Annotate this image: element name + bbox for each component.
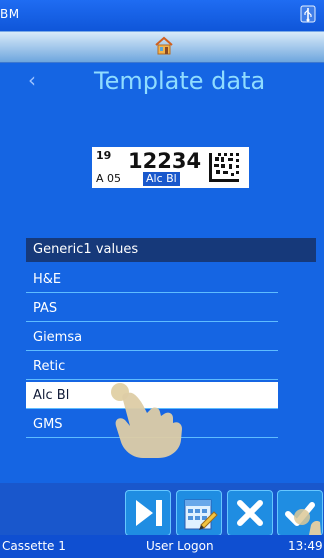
list-item[interactable]: Giemsa — [26, 324, 278, 351]
edit-label-button[interactable] — [176, 490, 222, 536]
top-bar: BM — [0, 0, 324, 31]
list-item[interactable]: PAS — [26, 295, 278, 322]
label-line-2-left: A 05 — [96, 172, 122, 185]
status-right: 13:49 — [288, 539, 323, 553]
home-icon[interactable] — [153, 35, 175, 57]
next-track-icon — [136, 500, 162, 526]
label-line-1-big: 12234 — [128, 149, 202, 173]
status-center: User Logon — [146, 539, 214, 553]
chevron-left-icon[interactable]: ‹ — [28, 70, 46, 90]
list-item[interactable]: H&E — [26, 266, 278, 293]
list-item[interactable]: Alc Bl — [26, 382, 278, 409]
page-title: Template data — [94, 67, 266, 95]
app-title: BM — [0, 7, 20, 21]
usb-icon — [300, 5, 316, 23]
label-edit-icon — [184, 499, 218, 530]
check-icon — [285, 502, 321, 535]
next-button[interactable] — [125, 490, 171, 536]
touch-indicator — [111, 383, 129, 401]
cancel-button[interactable] — [227, 490, 273, 536]
confirm-button[interactable] — [277, 490, 323, 536]
title-bar: ‹ Template data — [0, 62, 324, 102]
list-item[interactable]: GMS — [26, 411, 278, 438]
generic-values-list: H&E PAS Giemsa Retic Alc Bl GMS — [26, 266, 278, 440]
close-icon — [237, 500, 263, 526]
status-bar: Cassette 1 User Logon 13:49 — [0, 535, 324, 558]
datamatrix-icon — [209, 153, 239, 182]
label-preview: 19 12234 A 05 Alc Bl — [92, 147, 249, 188]
label-line-2-highlight: Alc Bl — [143, 172, 180, 186]
list-header: Generic1 values — [26, 238, 316, 262]
list-item[interactable]: Retic — [26, 353, 278, 380]
template-data-screen: BM ‹ Template data 19 12234 A 05 Alc Bl — [0, 0, 324, 558]
label-line-1-small: 19 — [96, 149, 112, 162]
status-left: Cassette 1 — [2, 539, 66, 553]
home-bar — [0, 31, 324, 63]
